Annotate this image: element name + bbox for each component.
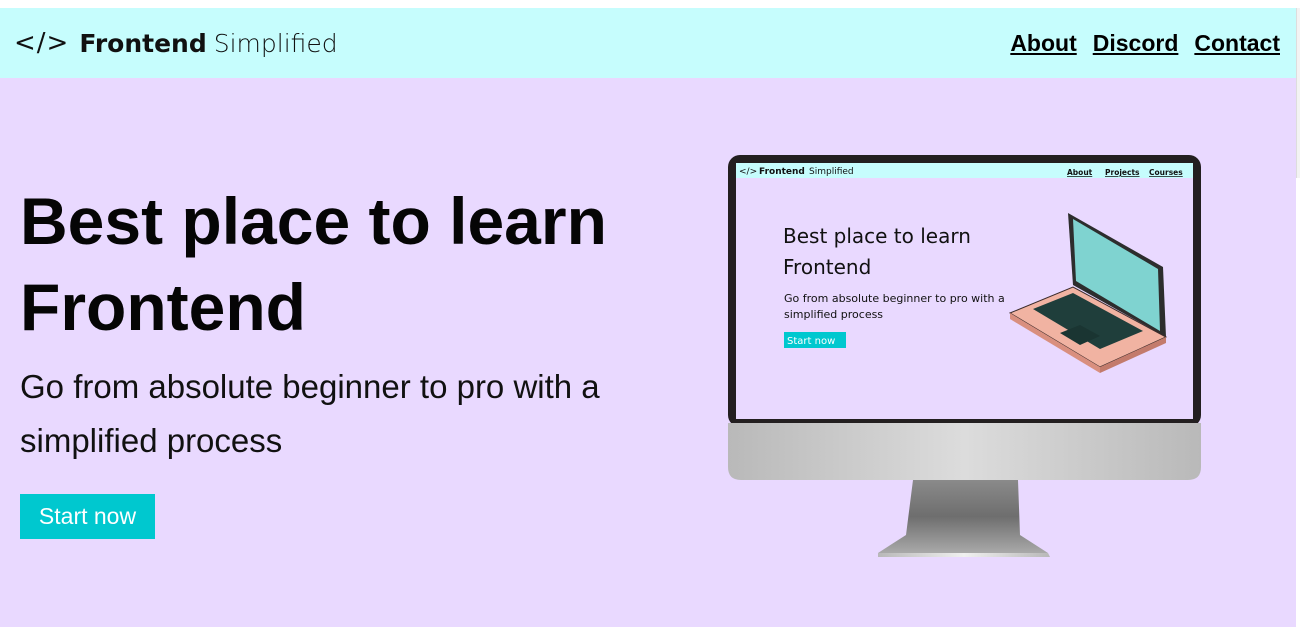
scrollbar-track[interactable]: [1296, 8, 1300, 178]
mini-title-line2: Frontend: [783, 255, 871, 279]
mini-title-line1: Best place to learn: [783, 224, 971, 248]
mini-subtitle-line1: Go from absolute beginner to pro with a: [784, 292, 1005, 305]
hero-subtitle: Go from absolute beginner to pro with a …: [20, 368, 600, 459]
mini-logo-bold: Frontend: [759, 167, 805, 177]
top-nav: </> Frontend Simplified About Discord Co…: [0, 8, 1296, 78]
mini-nav-projects: Projects: [1105, 168, 1140, 177]
logo[interactable]: </> Frontend Simplified: [14, 28, 338, 58]
logo-text-light: Simplified: [213, 28, 338, 58]
hero-title: Best place to learn Frontend: [20, 184, 607, 344]
nav-link-contact[interactable]: Contact: [1194, 30, 1280, 57]
start-now-button[interactable]: Start now: [20, 494, 155, 539]
mini-nav-courses: Courses: [1149, 168, 1183, 177]
nav-links: About Discord Contact: [1010, 30, 1280, 57]
code-brackets-icon: </>: [14, 28, 70, 58]
monitor-neck: [878, 480, 1048, 553]
monitor-chin: [728, 423, 1201, 480]
mini-logo-icon: </>: [739, 167, 757, 177]
nav-link-discord[interactable]: Discord: [1093, 30, 1179, 57]
monitor-illustration: </> Frontend Simplified About Projects C…: [728, 155, 1202, 562]
mini-nav-about: About: [1067, 168, 1093, 177]
monitor-svg: </> Frontend Simplified About Projects C…: [728, 155, 1201, 557]
nav-link-about[interactable]: About: [1010, 30, 1076, 57]
monitor-base: [878, 553, 1050, 557]
hero-section: Best place to learn Frontend Go from abs…: [0, 78, 1296, 627]
mini-start-label: Start now: [787, 336, 835, 347]
landing-page: </> Frontend Simplified About Discord Co…: [0, 8, 1296, 627]
mini-subtitle-line2: simplified process: [784, 308, 883, 321]
logo-text-bold: Frontend: [79, 28, 207, 58]
mini-logo-light: Simplified: [809, 167, 854, 177]
